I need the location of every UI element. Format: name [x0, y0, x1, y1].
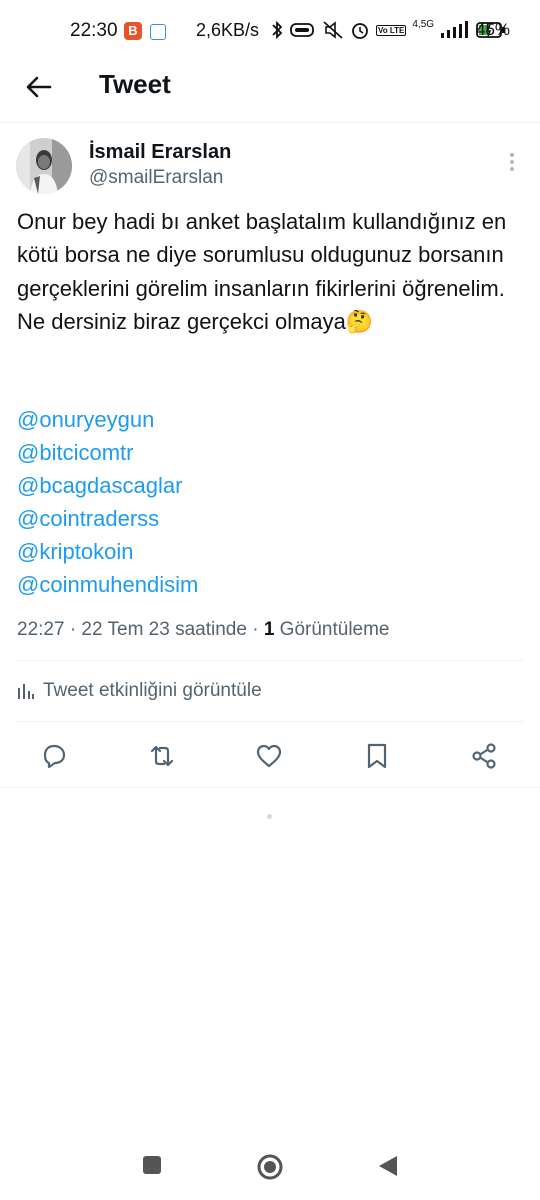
activity-label: Tweet etkinliğini görüntüle [43, 680, 262, 701]
tweet-timestamp[interactable]: 22:27 · 22 Tem 23 saatinde · [17, 619, 264, 640]
mention-link[interactable]: @onuryeygun [17, 403, 198, 436]
views-label: Görüntüleme [274, 619, 390, 640]
page-title: Tweet [99, 69, 171, 99]
signal-icon [441, 21, 469, 38]
home-icon[interactable] [255, 1154, 285, 1184]
bookmark-icon[interactable] [362, 741, 392, 771]
tweet-action-bar [0, 735, 540, 779]
avatar[interactable] [16, 138, 72, 194]
mute-icon [323, 21, 343, 39]
heart-icon[interactable] [254, 741, 284, 771]
retweet-icon[interactable] [147, 741, 177, 771]
alarm-icon [352, 23, 368, 39]
status-icons: Vo LTE 4,5G [270, 18, 506, 42]
network-speed: 2,6KB/s [196, 20, 260, 40]
divider [0, 787, 540, 788]
notification-b-icon: B [124, 22, 142, 40]
status-time: 22:30 [70, 20, 118, 41]
author-name[interactable]: İsmail Erarslan [89, 141, 231, 164]
volte-icon: Vo LTE [376, 24, 407, 36]
notification-app-icon [150, 24, 166, 40]
loading-indicator [267, 814, 272, 819]
mention-link[interactable]: @kriptokoin [17, 535, 198, 568]
more-vertical-icon[interactable] [500, 150, 524, 174]
battery-percent: 45% [476, 20, 511, 39]
system-nav-bar [0, 1140, 540, 1200]
mention-link[interactable]: @bitcicomtr [17, 436, 198, 469]
arrow-left-icon[interactable] [24, 72, 54, 102]
mention-link[interactable]: @bcagdascaglar [17, 469, 198, 502]
views-count: 1 [263, 619, 275, 640]
tweet-text: Onur bey hadi bı anket başlatalım kullan… [17, 209, 507, 334]
mention-list: @onuryeygun @bitcicomtr @bcagdascaglar @… [17, 403, 198, 601]
top-app-bar: Tweet [0, 60, 540, 123]
battery-saver-icon [290, 23, 314, 37]
recents-icon[interactable] [141, 1154, 163, 1176]
back-nav-icon[interactable] [376, 1154, 400, 1178]
mention-link[interactable]: @cointraderss [17, 502, 198, 535]
bluetooth-icon [272, 20, 283, 40]
author-handle[interactable]: @smailErarslan [89, 167, 223, 189]
tweet-meta: 22:27 · 22 Tem 23 saatinde · 1 Görüntüle… [17, 619, 390, 641]
bar-chart-icon [18, 684, 34, 699]
share-icon[interactable] [469, 741, 499, 771]
tweet-activity-link[interactable]: Tweet etkinliğini görüntüle [17, 680, 262, 702]
divider [17, 721, 523, 722]
mention-link[interactable]: @coinmuhendisim [17, 568, 198, 601]
divider [17, 660, 523, 661]
status-bar: 22:30 B 2,6KB/s Vo LTE 4,5G 45% [0, 0, 540, 60]
network-type: 4,5G [412, 18, 435, 30]
reply-icon[interactable] [39, 741, 69, 771]
